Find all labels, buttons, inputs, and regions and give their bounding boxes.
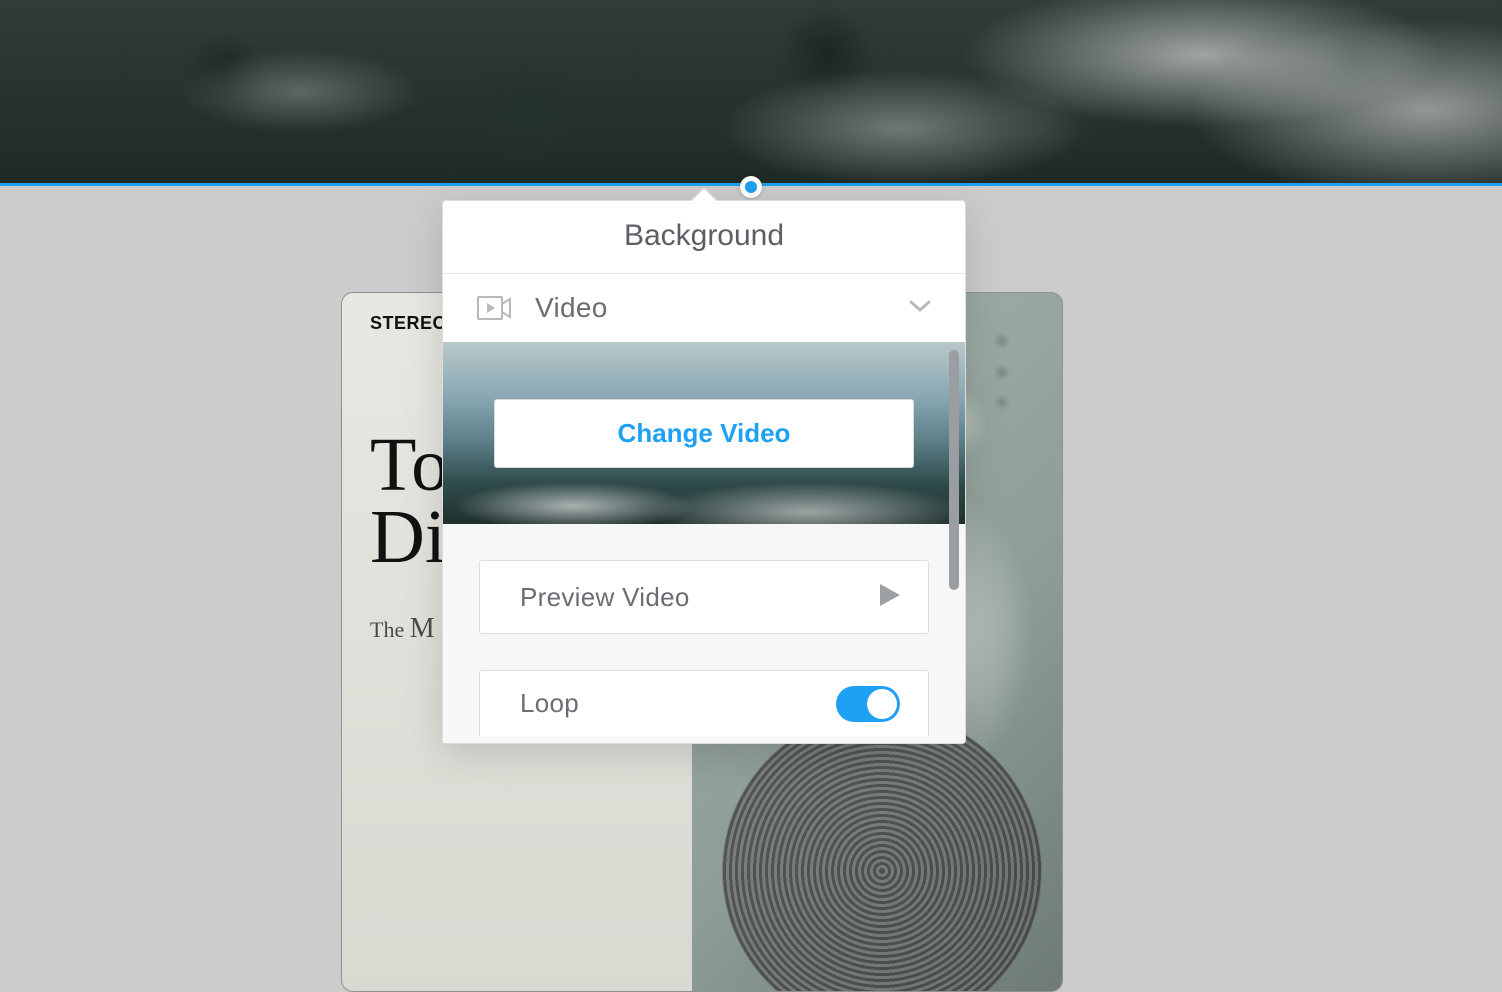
hero-video-section[interactable]	[0, 0, 1502, 186]
popover-scroll-area: Change Video Preview Video Loop	[443, 342, 965, 743]
preview-video-button[interactable]: Preview Video	[479, 560, 929, 634]
loop-row: Loop	[479, 670, 929, 736]
loop-label: Loop	[520, 688, 579, 719]
popover-title: Background	[443, 201, 965, 274]
album-title-line2: Di	[370, 495, 446, 579]
section-drag-handle[interactable]	[740, 176, 762, 198]
video-thumbnail: Change Video	[443, 342, 965, 524]
controls-stack: Preview Video Loop	[443, 524, 965, 736]
album-subtitle-cap: M	[410, 613, 435, 644]
background-type-label: Video	[535, 292, 889, 324]
play-icon	[880, 584, 900, 611]
chevron-down-icon	[909, 299, 931, 318]
preview-video-label: Preview Video	[520, 582, 690, 613]
background-type-selector[interactable]: Video	[443, 274, 965, 342]
video-icon	[477, 296, 515, 320]
hero-video-frame	[0, 0, 1502, 183]
scrollbar-thumb[interactable]	[949, 350, 959, 590]
loop-toggle[interactable]	[836, 686, 900, 722]
change-video-button[interactable]: Change Video	[494, 399, 914, 468]
album-subtitle-prefix: The	[370, 617, 410, 642]
background-popover: Background Video Change Video Preview Vi…	[442, 200, 966, 744]
